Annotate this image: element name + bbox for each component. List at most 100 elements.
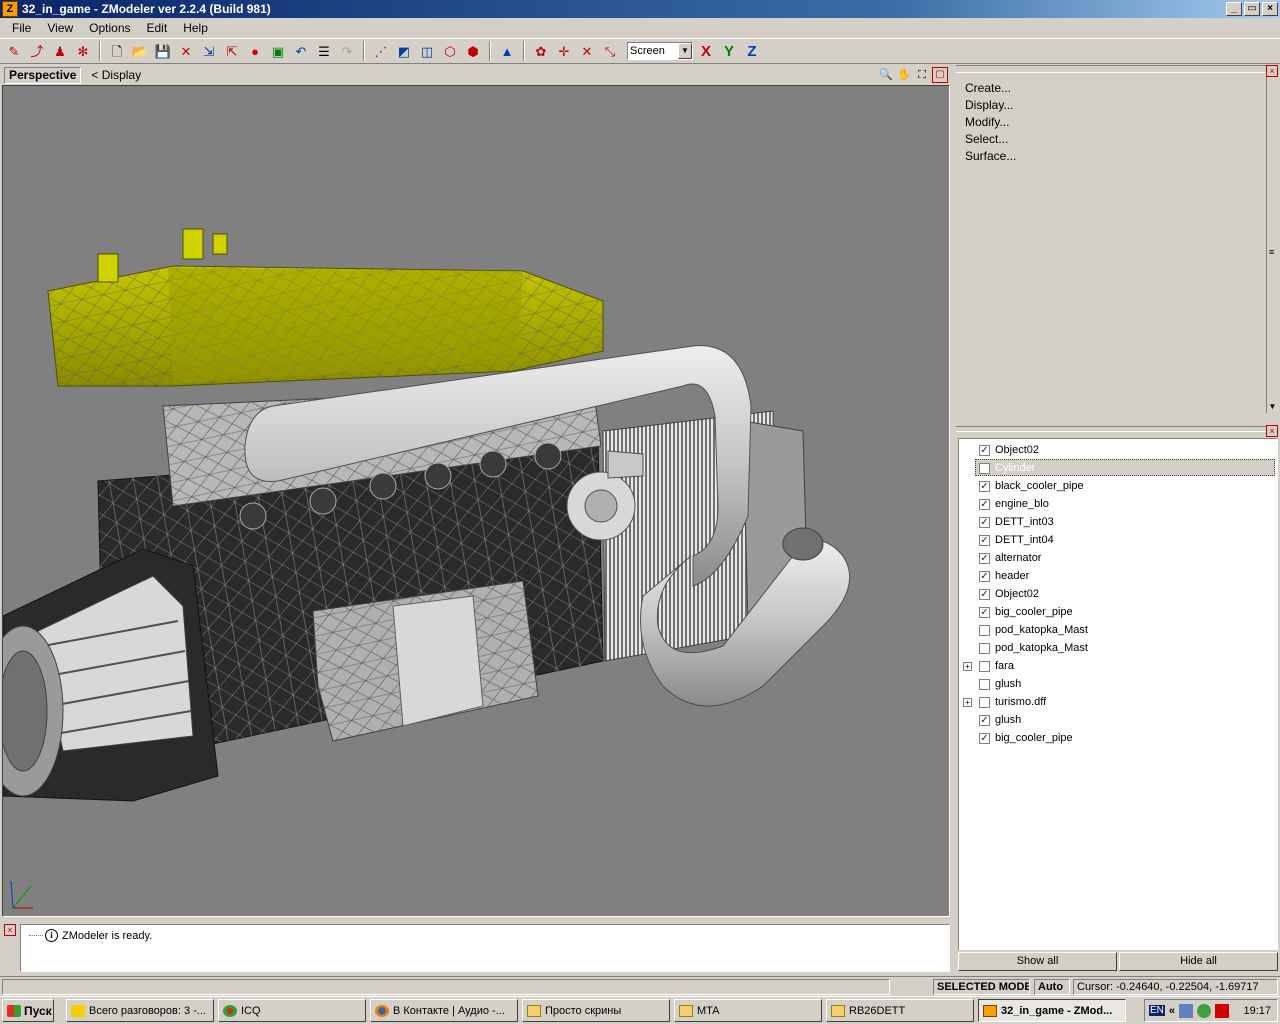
network-icon[interactable] bbox=[1179, 1003, 1194, 1018]
visibility-checkbox[interactable] bbox=[979, 624, 990, 636]
notes-icon[interactable]: ☰ bbox=[314, 41, 334, 61]
wire-mode-icon[interactable]: ⬡ bbox=[440, 41, 460, 61]
snap-icon[interactable]: ✿ bbox=[531, 41, 551, 61]
menu-view[interactable]: View bbox=[39, 21, 81, 35]
zoom-icon[interactable]: 🔍 bbox=[878, 67, 894, 83]
visibility-checkbox[interactable] bbox=[979, 696, 990, 708]
list-item[interactable]: ✓ engine_blo bbox=[959, 495, 1275, 513]
move-axes-icon[interactable]: ✛ bbox=[554, 41, 574, 61]
minimize-button[interactable]: _ bbox=[1226, 2, 1242, 16]
axis-y-toggle[interactable]: Y bbox=[719, 41, 739, 61]
rotate-axes-icon[interactable]: ✕ bbox=[577, 41, 597, 61]
start-button[interactable]: Пуск bbox=[2, 999, 54, 1022]
list-item[interactable]: ✓ alternator bbox=[959, 549, 1275, 567]
menu-edit[interactable]: Edit bbox=[139, 21, 176, 35]
command-display[interactable]: Display... bbox=[965, 97, 1016, 114]
chevron-down-icon[interactable]: ▼ bbox=[678, 43, 692, 59]
list-item[interactable]: pod_katopka_Mast bbox=[959, 639, 1275, 657]
command-select[interactable]: Select... bbox=[965, 131, 1016, 148]
taskbar-button[interactable]: RB26DETT bbox=[826, 999, 974, 1022]
list-item[interactable]: ✓ DETT_int04 bbox=[959, 531, 1275, 549]
visibility-checkbox[interactable]: ✓ bbox=[979, 732, 990, 744]
language-indicator[interactable]: EN bbox=[1149, 1005, 1165, 1016]
visibility-checkbox[interactable]: ✓ bbox=[979, 534, 990, 546]
expand-plus-icon[interactable]: + bbox=[963, 697, 972, 707]
taskbar-button[interactable]: В Контакте | Аудио -... bbox=[370, 999, 518, 1022]
export-icon[interactable]: ⇱ bbox=[222, 41, 242, 61]
pan-hand-icon[interactable]: ✋ bbox=[896, 67, 912, 83]
visibility-checkbox[interactable]: ✓ bbox=[979, 606, 990, 618]
face-mode-icon[interactable]: ◩ bbox=[394, 41, 414, 61]
list-item[interactable]: ✓ Object02 bbox=[959, 441, 1275, 459]
list-item[interactable]: pod_katopka_Mast bbox=[959, 621, 1275, 639]
command-scrollbar[interactable]: ≡ ▼ bbox=[1266, 77, 1278, 413]
visibility-checkbox[interactable] bbox=[979, 642, 990, 654]
open-file-icon[interactable]: 📂 bbox=[130, 41, 150, 61]
select-tool-icon[interactable]: ✎ bbox=[4, 41, 24, 61]
command-create[interactable]: Create... bbox=[965, 80, 1016, 97]
expand-plus-icon[interactable]: + bbox=[963, 661, 972, 671]
normal-icon[interactable]: ▲ bbox=[497, 41, 517, 61]
hide-all-button[interactable]: Hide all bbox=[1119, 952, 1278, 971]
menu-options[interactable]: Options bbox=[81, 21, 138, 35]
redo-icon[interactable]: ↷ bbox=[337, 41, 357, 61]
maximize-viewport-icon[interactable]: ▢ bbox=[932, 67, 948, 83]
list-item[interactable]: ✓ DETT_int03 bbox=[959, 513, 1275, 531]
visibility-checkbox[interactable]: ✓ bbox=[979, 588, 990, 600]
taskbar-button[interactable]: Просто скрины bbox=[522, 999, 670, 1022]
visibility-checkbox[interactable] bbox=[979, 678, 990, 690]
group-tool-icon[interactable]: ✻ bbox=[73, 41, 93, 61]
coord-system-select[interactable]: Screen ▼ bbox=[627, 42, 693, 60]
visibility-checkbox[interactable]: ✓ bbox=[979, 480, 990, 492]
command-surface[interactable]: Surface... bbox=[965, 148, 1016, 165]
panel-gripper[interactable] bbox=[956, 65, 1266, 73]
close-icon[interactable]: × bbox=[4, 924, 16, 936]
render-icon[interactable]: ● bbox=[245, 41, 265, 61]
axis-z-toggle[interactable]: Z bbox=[742, 41, 762, 61]
list-item[interactable]: ✓ black_cooler_pipe bbox=[959, 477, 1275, 495]
menu-help[interactable]: Help bbox=[175, 21, 216, 35]
menu-file[interactable]: File bbox=[4, 21, 39, 35]
close-icon[interactable]: × bbox=[1266, 65, 1278, 77]
app-icon[interactable]: Z bbox=[2, 1, 18, 17]
visibility-checkbox[interactable] bbox=[979, 660, 990, 672]
visibility-checkbox[interactable]: ✓ bbox=[979, 714, 990, 726]
list-item[interactable]: ✓ Object02 bbox=[959, 585, 1275, 603]
list-item[interactable]: ✓ big_cooler_pipe bbox=[959, 603, 1275, 621]
visibility-checkbox[interactable]: ✓ bbox=[979, 516, 990, 528]
close-icon[interactable]: × bbox=[1266, 425, 1278, 437]
viewport-tab-perspective[interactable]: Perspective bbox=[4, 66, 82, 84]
import-icon[interactable]: ⇲ bbox=[199, 41, 219, 61]
vertex-mode-icon[interactable]: ⋰ bbox=[371, 41, 391, 61]
list-item[interactable]: Cylinder bbox=[959, 459, 1275, 477]
delete-icon[interactable]: ✕ bbox=[176, 41, 196, 61]
fit-view-icon[interactable]: ⛶ bbox=[914, 67, 930, 83]
taskbar-button[interactable]: Всего разговоров: 3 -... bbox=[66, 999, 214, 1022]
undo-icon[interactable]: ↶ bbox=[291, 41, 311, 61]
maximize-button[interactable]: ▭ bbox=[1244, 2, 1260, 16]
list-item[interactable]: ✓ big_cooler_pipe bbox=[959, 729, 1275, 747]
material-icon[interactable]: ▣ bbox=[268, 41, 288, 61]
object-mode-icon[interactable]: ◫ bbox=[417, 41, 437, 61]
user-icon[interactable] bbox=[1197, 1003, 1212, 1018]
scroll-down-icon[interactable]: ▼ bbox=[1267, 402, 1278, 413]
list-item[interactable]: ✓ glush bbox=[959, 711, 1275, 729]
list-item[interactable]: + fara bbox=[959, 657, 1275, 675]
close-button[interactable]: × bbox=[1262, 2, 1278, 16]
figure-tool-icon[interactable]: ♟ bbox=[50, 41, 70, 61]
log-output[interactable]: i ZModeler is ready. bbox=[20, 924, 950, 972]
list-item[interactable]: glush bbox=[959, 675, 1275, 693]
viewport-3d[interactable] bbox=[2, 85, 950, 917]
pick-tool-icon[interactable]: ⤴ bbox=[27, 41, 47, 61]
save-file-icon[interactable]: 💾 bbox=[153, 41, 173, 61]
object-tree[interactable]: ✓ Object02 Cylinder ✓ black_cooler_pipe … bbox=[958, 438, 1278, 950]
show-all-button[interactable]: Show all bbox=[958, 952, 1117, 971]
list-item[interactable]: ✓ header bbox=[959, 567, 1275, 585]
tray-expand-chevron[interactable]: « bbox=[1169, 1005, 1175, 1017]
scale-axes-icon[interactable]: ⤡ bbox=[600, 41, 620, 61]
visibility-checkbox[interactable]: ✓ bbox=[979, 498, 990, 510]
visibility-checkbox[interactable]: ✓ bbox=[979, 444, 990, 456]
panel-gripper[interactable] bbox=[956, 426, 1266, 432]
visibility-checkbox[interactable] bbox=[979, 462, 990, 474]
visibility-checkbox[interactable]: ✓ bbox=[979, 570, 990, 582]
